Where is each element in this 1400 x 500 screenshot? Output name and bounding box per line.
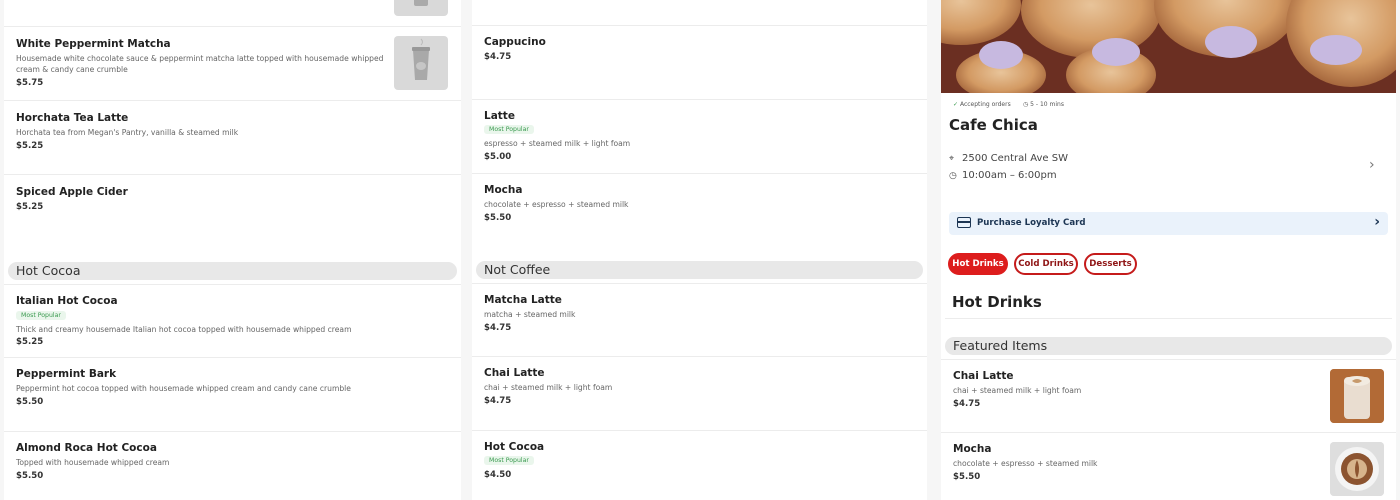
item-name: Horchata Tea Latte [16, 112, 129, 124]
item-name: Italian Hot Cocoa [16, 295, 118, 307]
item-description: chai + steamed milk + light foam [484, 383, 613, 392]
clock-icon: ◷ [949, 171, 957, 181]
tab-cold-drinks[interactable]: Cold Drinks [1014, 253, 1078, 275]
mocha-photo [1330, 442, 1384, 496]
item-price: $5.00 [484, 152, 512, 162]
most-popular-badge: Most Popular [16, 311, 66, 320]
menu-item[interactable]: Latte Most Popular espresso + steamed mi… [472, 100, 927, 174]
item-name: Chai Latte [953, 370, 1014, 382]
item-name: Latte [484, 110, 515, 122]
menu-item[interactable]: Mocha chocolate + espresso + steamed mil… [472, 174, 927, 259]
item-name: Hot Cocoa [484, 441, 545, 453]
item-name: Peppermint Bark [16, 368, 117, 380]
item-price: $5.50 [16, 471, 44, 481]
item-description: Thick and creamy housemade Italian hot c… [16, 325, 352, 334]
item-description: Housemade white chocolate sauce & pepper… [16, 54, 384, 74]
menu-item[interactable]: White Peppermint Matcha Housemade white … [4, 27, 461, 101]
prep-time-status: ◷ 5 - 10 mins [1023, 101, 1064, 108]
location-pin-icon: ⌖ [949, 154, 955, 164]
store-panel: ✓ Accepting orders ◷ 5 - 10 mins Cafe Ch… [941, 0, 1396, 500]
menu-item[interactable] [4, 0, 461, 27]
featured-item[interactable]: Mocha chocolate + espresso + steamed mil… [941, 433, 1396, 500]
category-title: Hot Drinks [952, 293, 1042, 311]
menu-item[interactable]: Chai Latte chai + steamed milk + light f… [472, 357, 927, 431]
most-popular-badge: Most Popular [484, 456, 534, 465]
accepting-orders-status: ✓ Accepting orders [953, 101, 1011, 108]
tab-desserts[interactable]: Desserts [1084, 253, 1137, 275]
chai-latte-photo [1330, 369, 1384, 423]
tab-hot-drinks[interactable]: Hot Drinks [948, 253, 1008, 275]
menu-item[interactable]: Peppermint Bark Peppermint hot cocoa top… [4, 358, 461, 432]
item-price: $5.50 [484, 213, 512, 223]
clock-icon: ◷ [1023, 101, 1029, 108]
item-description: Horchata tea from Megan's Pantry, vanill… [16, 128, 239, 137]
section-title: Not Coffee [484, 262, 551, 277]
menu-item[interactable]: Horchata Tea Latte Horchata tea from Meg… [4, 101, 461, 175]
item-name: White Peppermint Matcha [16, 38, 171, 50]
section-header-not-coffee: Not Coffee [476, 261, 923, 279]
chevron-right-icon: › [1374, 214, 1380, 230]
item-price: $5.25 [16, 337, 44, 347]
item-description: matcha + steamed milk [484, 310, 576, 319]
menu-item[interactable]: Spiced Apple Cider $5.25 [4, 175, 461, 260]
item-description: chocolate + espresso + steamed milk [953, 459, 1098, 468]
item-description: chai + steamed milk + light foam [953, 386, 1082, 395]
item-price: $5.25 [16, 141, 44, 151]
item-price: $5.50 [16, 397, 44, 407]
most-popular-badge: Most Popular [484, 125, 534, 134]
cup-placeholder-icon [394, 36, 448, 90]
item-name: Cappucino [484, 36, 546, 48]
chevron-right-icon[interactable]: › [1369, 157, 1375, 173]
item-description: Topped with housemade whipped cream [16, 458, 170, 467]
item-name: Spiced Apple Cider [16, 186, 128, 198]
menu-item[interactable]: Matcha Latte matcha + steamed milk $4.75 [472, 283, 927, 357]
store-hours: ◷ 10:00am – 6:00pm [949, 170, 1057, 181]
menu-column-left: White Peppermint Matcha Housemade white … [4, 0, 461, 500]
store-hero-image [941, 0, 1396, 93]
item-name: Mocha [484, 184, 523, 196]
item-name: Mocha [953, 443, 992, 455]
menu-item[interactable]: Cappucino $4.75 [472, 26, 927, 100]
item-price: $4.50 [484, 470, 512, 480]
item-description: Peppermint hot cocoa topped with housema… [16, 384, 351, 393]
section-header-hot-cocoa: Hot Cocoa [8, 262, 457, 280]
item-name: Matcha Latte [484, 294, 562, 306]
menu-item[interactable] [472, 0, 927, 26]
item-price: $4.75 [484, 52, 512, 62]
check-icon: ✓ [953, 101, 959, 108]
purchase-loyalty-card-button[interactable]: Purchase Loyalty Card › [949, 212, 1388, 235]
section-title: Hot Cocoa [16, 263, 81, 278]
menu-item[interactable]: Italian Hot Cocoa Most Popular Thick and… [4, 284, 461, 358]
menu-column-middle: Cappucino $4.75 Latte Most Popular espre… [472, 0, 927, 500]
item-name: Chai Latte [484, 367, 545, 379]
item-name: Almond Roca Hot Cocoa [16, 442, 157, 454]
section-header-featured-items: Featured Items [945, 337, 1392, 355]
menu-item[interactable]: Hot Cocoa Most Popular $4.50 [472, 431, 927, 500]
featured-item[interactable]: Chai Latte chai + steamed milk + light f… [941, 359, 1396, 433]
item-price: $4.75 [484, 396, 512, 406]
menu-item[interactable]: Almond Roca Hot Cocoa Topped with housem… [4, 432, 461, 500]
item-price: $4.75 [484, 323, 512, 333]
store-name: Cafe Chica [949, 116, 1038, 134]
item-price: $5.25 [16, 202, 44, 212]
cup-placeholder-icon [394, 0, 448, 16]
item-description: espresso + steamed milk + light foam [484, 139, 631, 148]
card-icon [957, 217, 971, 228]
divider [945, 318, 1392, 319]
store-address[interactable]: ⌖ 2500 Central Ave SW [949, 153, 1068, 164]
item-price: $4.75 [953, 399, 981, 409]
item-price: $5.50 [953, 472, 981, 482]
item-price: $5.75 [16, 78, 44, 88]
item-description: chocolate + espresso + steamed milk [484, 200, 629, 209]
